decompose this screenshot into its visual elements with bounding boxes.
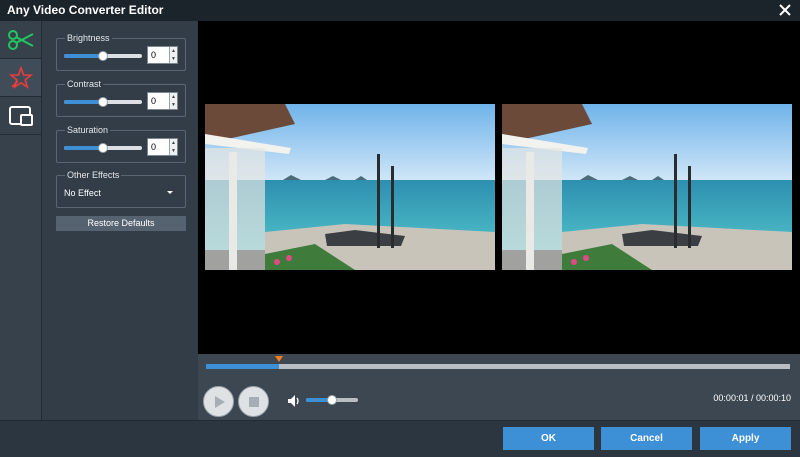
ok-button[interactable]: OK <box>503 427 594 450</box>
crop-watermark-icon <box>8 105 33 126</box>
brightness-slider[interactable] <box>64 51 142 61</box>
dialog-footer: OK Cancel Apply <box>0 420 800 457</box>
title-bar: Any Video Converter Editor <box>0 0 800 21</box>
brightness-input[interactable] <box>148 47 170 63</box>
effects-panel: Brightness ▲▼ Contrast ▲▼ Saturation ▲▼ <box>42 21 198 420</box>
brightness-label: Brightness <box>65 32 112 44</box>
other-effects-dropdown[interactable]: No Effect <box>64 185 179 201</box>
time-display: 00:00:01 / 00:00:10 <box>713 393 791 403</box>
edited-preview-image <box>502 104 792 270</box>
other-effects-group: Other Effects No Effect <box>56 169 186 208</box>
other-effects-label: Other Effects <box>65 169 122 181</box>
chevron-down-icon <box>167 191 173 194</box>
editor-tabs <box>0 21 42 420</box>
contrast-up-icon[interactable]: ▲ <box>170 93 177 101</box>
saturation-group: Saturation ▲▼ <box>56 124 186 163</box>
cancel-button[interactable]: Cancel <box>601 427 692 450</box>
contrast-label: Contrast <box>65 78 104 90</box>
original-preview-image <box>205 104 495 270</box>
tab-trim[interactable] <box>0 21 41 59</box>
window-title: Any Video Converter Editor <box>7 3 164 17</box>
contrast-down-icon[interactable]: ▼ <box>170 101 177 109</box>
saturation-slider[interactable] <box>64 143 142 153</box>
saturation-input[interactable] <box>148 139 170 155</box>
contrast-slider[interactable] <box>64 97 142 107</box>
timeline-progress-bar[interactable] <box>206 364 790 369</box>
effects-star-icon <box>8 65 33 89</box>
contrast-spinbox[interactable]: ▲▼ <box>147 92 178 110</box>
playhead-marker-icon[interactable] <box>275 356 283 362</box>
contrast-input[interactable] <box>148 93 170 109</box>
scissors-icon <box>7 29 33 50</box>
contrast-group: Contrast ▲▼ <box>56 78 186 117</box>
volume-slider[interactable] <box>306 395 358 405</box>
tab-effects[interactable] <box>0 59 41 97</box>
stop-button[interactable] <box>238 386 269 417</box>
playback-controls: 00:00:01 / 00:00:10 <box>198 354 800 420</box>
stop-icon <box>248 396 259 407</box>
tab-crop[interactable] <box>0 97 41 135</box>
brightness-spinbox[interactable]: ▲▼ <box>147 46 178 64</box>
brightness-up-icon[interactable]: ▲ <box>170 47 177 55</box>
saturation-spinbox[interactable]: ▲▼ <box>147 138 178 156</box>
volume-icon[interactable] <box>287 394 301 408</box>
apply-button[interactable]: Apply <box>700 427 791 450</box>
other-effects-value: No Effect <box>64 188 101 198</box>
saturation-up-icon[interactable]: ▲ <box>170 139 177 147</box>
saturation-label: Saturation <box>65 124 111 136</box>
preview-area <box>198 21 800 354</box>
brightness-group: Brightness ▲▼ <box>56 32 186 71</box>
play-icon <box>214 395 225 408</box>
close-icon[interactable] <box>777 2 793 18</box>
play-button[interactable] <box>203 386 234 417</box>
brightness-down-icon[interactable]: ▼ <box>170 55 177 63</box>
saturation-down-icon[interactable]: ▼ <box>170 147 177 155</box>
restore-defaults-button[interactable]: Restore Defaults <box>56 216 186 231</box>
